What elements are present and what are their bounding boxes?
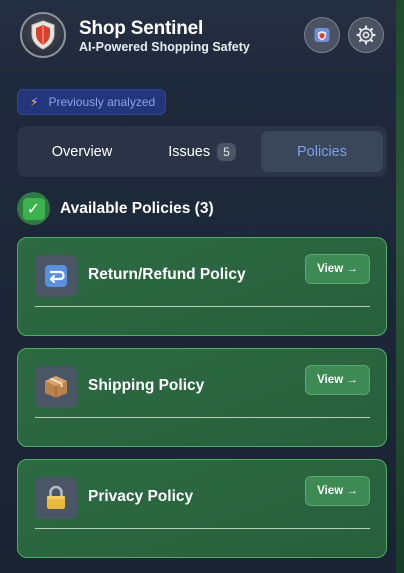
view-privacy-policy-button[interactable]: View → (305, 476, 370, 506)
lightning-icon: ⚡ (30, 95, 39, 109)
view-return-policy-button[interactable]: View → (305, 254, 370, 284)
section-title: Available Policies (3) (60, 200, 214, 217)
view-shipping-policy-button[interactable]: View → (305, 365, 370, 395)
shield-icon (314, 28, 330, 42)
policy-card-shipping[interactable]: Shipping Policy View → (17, 348, 387, 447)
return-arrow-icon (35, 255, 77, 297)
check-icon: ✓ (22, 197, 45, 220)
settings-button[interactable] (348, 17, 384, 53)
page-background-strip (396, 0, 404, 573)
gear-icon (356, 25, 376, 45)
header: Shop Sentinel AI-Powered Shopping Safety (0, 0, 396, 72)
section-icon: ✓ (17, 192, 50, 225)
status-badge-label: Previously analyzed (48, 95, 156, 109)
tab-issues-label: Issues (168, 143, 211, 160)
divider (35, 417, 370, 418)
tab-policies-label: Policies (297, 143, 347, 160)
shield-logo-icon (20, 12, 66, 58)
tab-policies[interactable]: Policies (261, 131, 383, 172)
tab-issues[interactable]: Issues 5 (143, 131, 261, 172)
extension-panel: Shop Sentinel AI-Powered Shopping Safety (0, 0, 396, 573)
tab-bar: Overview Issues 5 Policies (17, 126, 387, 177)
tab-overview-label: Overview (51, 143, 113, 160)
policy-name: Return/Refund Policy (88, 266, 246, 283)
policy-name: Shipping Policy (88, 377, 205, 394)
status-badge: ⚡ Previously analyzed (17, 89, 166, 115)
policy-card-privacy[interactable]: Privacy Policy View → (17, 459, 387, 558)
policy-card-return[interactable]: Return/Refund Policy View → (17, 237, 387, 336)
app-title: Shop Sentinel (79, 18, 204, 39)
issues-count-badge: 5 (217, 142, 236, 161)
package-icon (35, 366, 77, 408)
app-subtitle: AI-Powered Shopping Safety (79, 40, 250, 54)
shield-toggle-button[interactable] (304, 17, 340, 53)
lock-icon (35, 477, 77, 519)
divider (35, 306, 370, 307)
policy-name: Privacy Policy (88, 488, 194, 505)
tab-overview[interactable]: Overview (21, 131, 143, 172)
divider (35, 528, 370, 529)
